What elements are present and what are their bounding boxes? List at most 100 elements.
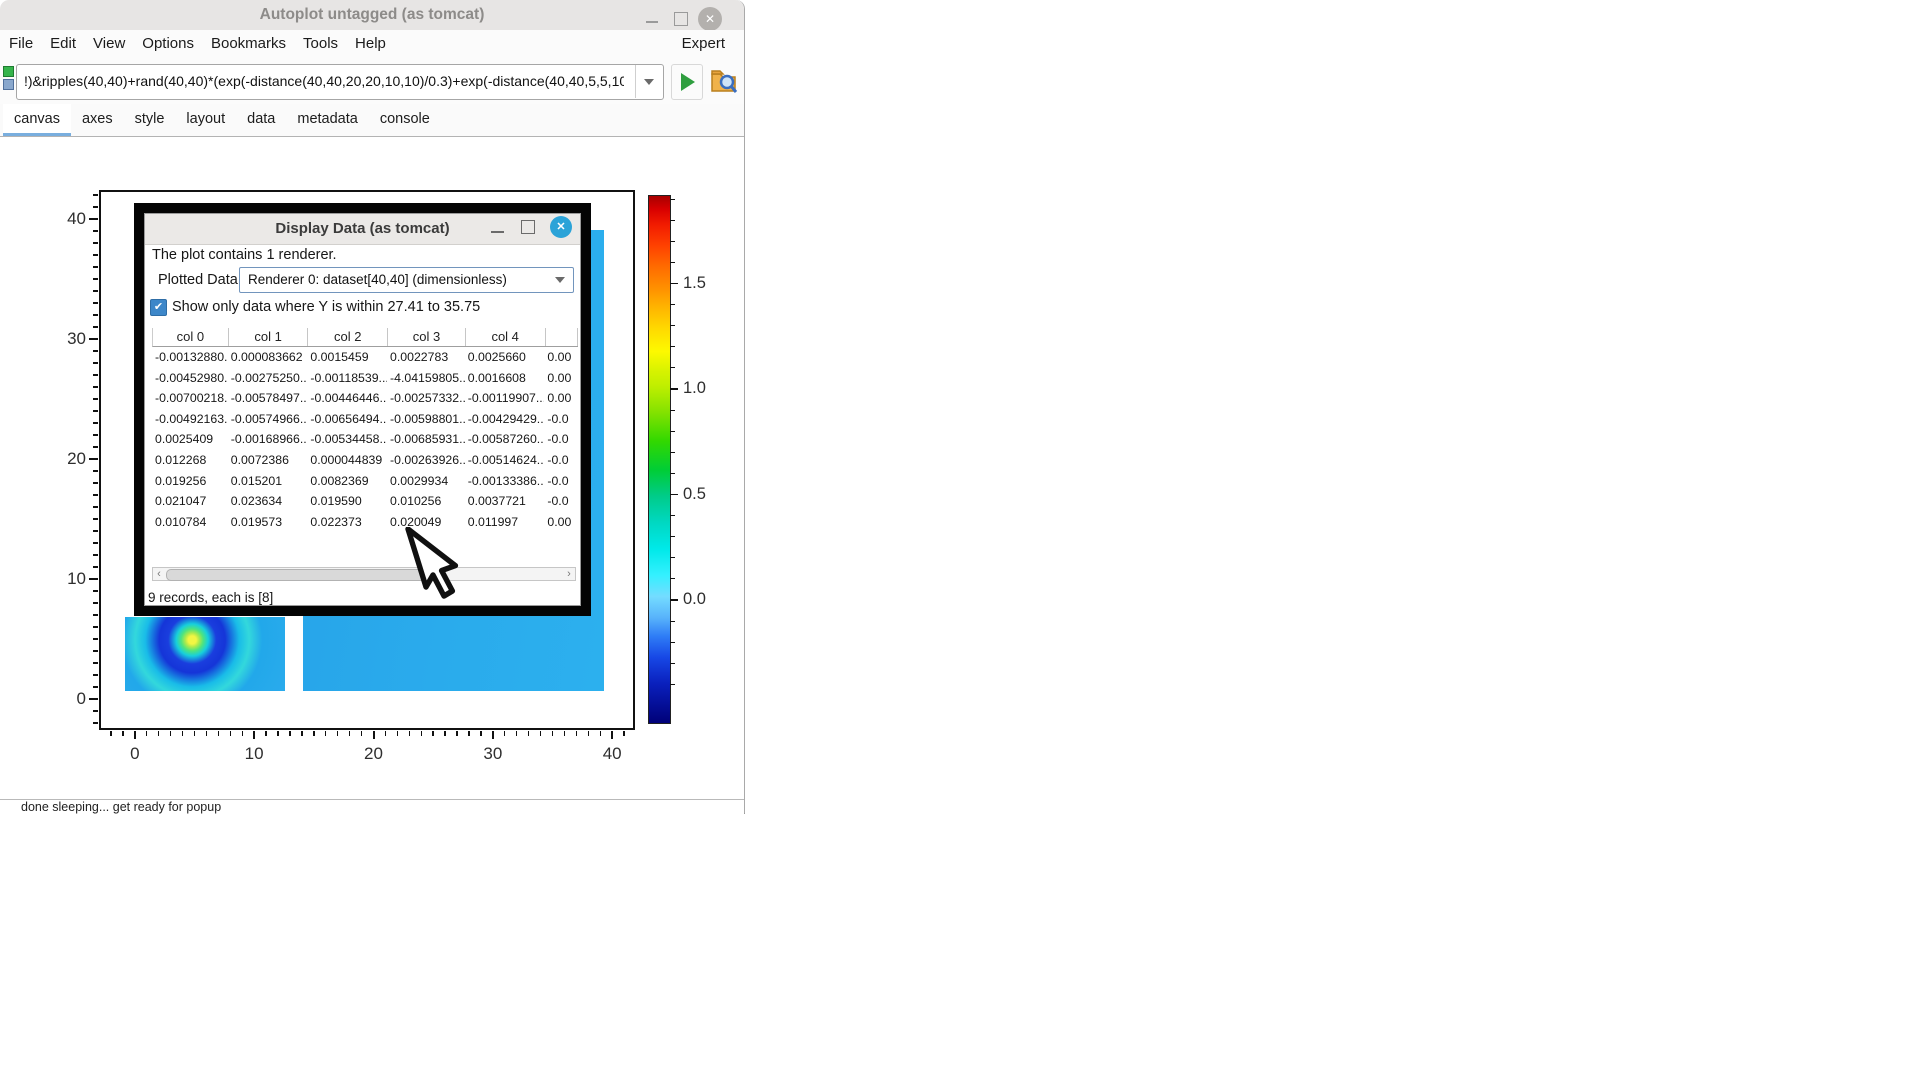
x-axis-minor-tick <box>409 731 410 736</box>
table-cell: -0.0 <box>544 491 578 512</box>
table-cell: 0.019256 <box>152 471 228 492</box>
x-axis-minor-tick <box>301 731 302 736</box>
table-row[interactable]: -0.00700218...-0.00578497...-0.00446446.… <box>152 388 578 409</box>
table-cell: 0.00 <box>544 388 578 409</box>
y-axis-minor-tick <box>93 674 98 675</box>
table-cell: 0.011997 <box>465 512 545 533</box>
uri-dropdown[interactable] <box>635 65 663 98</box>
y-axis-minor-tick <box>93 506 98 507</box>
uri-text[interactable]: !)&ripples(40,40)+rand(40,40)*(exp(-dist… <box>24 65 624 98</box>
colorbar-tick <box>670 283 678 285</box>
table-cell: 0.000044839 <box>307 450 387 471</box>
menu-item-file[interactable]: File <box>9 30 33 57</box>
expert-mode-label[interactable]: Expert <box>682 30 725 57</box>
x-axis-minor-tick <box>564 731 565 736</box>
menu-item-edit[interactable]: Edit <box>50 30 76 57</box>
dialog-minimize-icon[interactable] <box>491 231 504 233</box>
maximize-icon[interactable] <box>674 12 688 26</box>
colorbar-minor-tick <box>670 431 675 432</box>
column-header[interactable] <box>546 328 578 346</box>
x-axis-minor-tick <box>277 731 278 736</box>
table-cell: -0.00578497... <box>228 388 308 409</box>
x-axis-minor-tick <box>552 731 553 736</box>
x-axis-minor-tick <box>421 731 422 736</box>
y-axis-minor-tick <box>93 722 98 723</box>
y-axis-minor-tick <box>93 626 98 627</box>
column-header[interactable]: col 0 <box>153 328 229 346</box>
column-header[interactable]: col 1 <box>229 328 309 346</box>
column-header[interactable]: col 2 <box>308 328 388 346</box>
scrollbar-thumb[interactable] <box>166 569 426 581</box>
table-cell: 0.0025660 <box>465 347 545 368</box>
filter-checkbox[interactable]: ✔ <box>150 299 167 316</box>
colorbar-minor-tick <box>670 199 675 200</box>
table-row[interactable]: -0.00132880...0.0000836620.00154590.0022… <box>152 347 578 368</box>
menu-item-help[interactable]: Help <box>355 30 386 57</box>
menu-item-view[interactable]: View <box>93 30 125 57</box>
table-row[interactable]: 0.0210470.0236340.0195900.0102560.003772… <box>152 491 578 512</box>
colorbar-minor-tick <box>670 684 675 685</box>
y-axis-minor-tick <box>93 326 98 327</box>
menu-item-bookmarks[interactable]: Bookmarks <box>211 30 286 57</box>
table-row[interactable]: 0.0122680.00723860.000044839-0.00263926.… <box>152 450 578 471</box>
y-axis-minor-tick <box>93 254 98 255</box>
table-cell: -0.00492163... <box>152 409 228 430</box>
status-message: done sleeping... get ready for popup <box>21 800 221 814</box>
table-row[interactable]: 0.0192560.0152010.00823690.0029934-0.001… <box>152 471 578 492</box>
tab-axes[interactable]: axes <box>71 104 124 136</box>
tab-console[interactable]: console <box>369 104 441 136</box>
close-icon[interactable]: ✕ <box>698 7 722 31</box>
x-axis-minor-tick <box>242 731 243 736</box>
colorbar-minor-tick <box>670 578 675 579</box>
table-row[interactable]: -0.00452980...-0.00275250...-0.00118539.… <box>152 368 578 389</box>
colorbar-tick <box>670 388 678 390</box>
table-cell: -0.00452980... <box>152 368 228 389</box>
horizontal-scrollbar[interactable]: ‹ › <box>152 567 576 581</box>
column-header[interactable]: col 4 <box>466 328 546 346</box>
x-axis-minor-tick <box>444 731 445 736</box>
x-axis-minor-tick <box>349 731 350 736</box>
display-data-dialog: Display Data (as tomcat) ✕ The plot cont… <box>144 213 581 606</box>
y-axis-minor-tick <box>93 590 98 591</box>
table-cell: -0.00168966... <box>228 429 308 450</box>
dialog-close-icon[interactable]: ✕ <box>550 216 572 238</box>
tab-canvas[interactable]: canvas <box>3 104 71 136</box>
uri-field[interactable]: !)&ripples(40,40)+rand(40,40)*(exp(-dist… <box>16 64 664 100</box>
x-axis-tick <box>134 731 136 739</box>
table-body: -0.00132880...0.0000836620.00154590.0022… <box>152 347 578 532</box>
menu-item-options[interactable]: Options <box>142 30 194 57</box>
tab-style[interactable]: style <box>124 104 176 136</box>
tab-metadata[interactable]: metadata <box>286 104 368 136</box>
plotted-data-combobox[interactable]: Renderer 0: dataset[40,40] (dimensionles… <box>239 267 574 293</box>
window-titlebar[interactable]: Autoplot untagged (as tomcat) ✕ <box>0 0 744 31</box>
y-axis-tick <box>89 338 98 340</box>
colorbar-gradient[interactable] <box>648 195 671 724</box>
x-axis-minor-tick <box>110 731 111 736</box>
colorbar-minor-tick <box>670 473 675 474</box>
table-cell: 0.022373 <box>307 512 387 533</box>
table-cell: 0.0082369 <box>307 471 387 492</box>
y-axis-minor-tick <box>93 266 98 267</box>
dialog-maximize-icon[interactable] <box>521 220 535 234</box>
minimize-icon[interactable] <box>646 21 658 23</box>
scroll-right-icon[interactable]: › <box>563 568 575 580</box>
go-button[interactable] <box>671 64 703 100</box>
table-cell: -0.00275250... <box>228 368 308 389</box>
table-row[interactable]: -0.00492163...-0.00574966...-0.00656494.… <box>152 409 578 430</box>
y-axis-tick <box>89 218 98 220</box>
table-row[interactable]: 0.0107840.0195730.0223730.0200490.011997… <box>152 512 578 533</box>
dialog-titlebar[interactable]: Display Data (as tomcat) ✕ <box>145 214 580 245</box>
table-row[interactable]: 0.0025409-0.00168966...-0.00534458...-0.… <box>152 429 578 450</box>
column-header[interactable]: col 3 <box>388 328 466 346</box>
y-axis-minor-tick <box>93 602 98 603</box>
menu-item-tools[interactable]: Tools <box>303 30 338 57</box>
play-icon <box>681 73 695 91</box>
colorbar-tick-label: 1.5 <box>683 274 725 293</box>
inspect-uri-button[interactable] <box>709 65 739 97</box>
scroll-left-icon[interactable]: ‹ <box>153 568 165 580</box>
tab-layout[interactable]: layout <box>175 104 236 136</box>
data-source-green-icon <box>3 66 14 77</box>
colorbar-minor-tick <box>670 642 675 643</box>
tab-data[interactable]: data <box>236 104 286 136</box>
x-axis-minor-tick <box>516 731 517 736</box>
